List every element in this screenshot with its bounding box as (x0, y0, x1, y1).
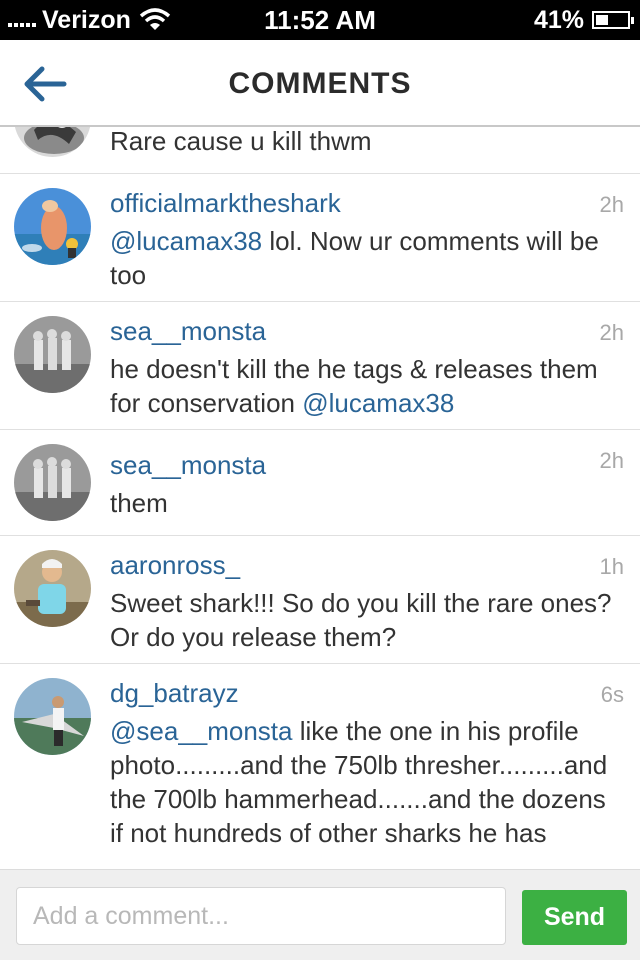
battery-area: 41% (533, 5, 634, 35)
comment-text: Sweet shark!!! So do you kill the rare o… (110, 586, 620, 654)
avatar[interactable] (14, 444, 91, 521)
comment-list[interactable]: Rare cause u kill thwm officialmarkthesh… (0, 127, 640, 869)
avatar[interactable] (14, 188, 91, 265)
comment-username[interactable]: aaronross_ (110, 550, 240, 581)
comment-input-bar: Send (0, 869, 640, 960)
send-button[interactable]: Send (522, 890, 627, 945)
comment-item: aaronross_ 1h Sweet shark!!! So do you k… (0, 536, 640, 664)
avatar[interactable] (14, 316, 91, 393)
comment-time: 6s (600, 682, 624, 707)
battery-icon (592, 11, 634, 29)
comment-username[interactable]: sea__monsta (110, 450, 266, 481)
comment-username[interactable]: officialmarktheshark (110, 188, 341, 219)
comment-input[interactable] (16, 887, 506, 945)
battery-percent: 41% (533, 5, 584, 34)
comment-text: @lucamax38 lol. Now ur comments will be … (110, 224, 620, 292)
comment-text: @sea__monsta like the one in his profile… (110, 714, 620, 850)
comment-item: sea__monsta 2h them (0, 430, 640, 536)
comment-body: them (110, 488, 168, 518)
mention-link[interactable]: @sea__monsta (110, 716, 293, 746)
battery-fill (596, 15, 609, 25)
comment-username[interactable]: sea__monsta (110, 316, 266, 347)
comment-username[interactable]: dg_batrayz (110, 678, 239, 709)
header: COMMENTS (0, 40, 640, 127)
avatar[interactable] (14, 127, 91, 157)
avatar[interactable] (14, 550, 91, 627)
status-bar: Verizon 11:52 AM 41% (0, 0, 640, 40)
comment-body: Rare cause u kill thwm (110, 127, 372, 156)
page-title: COMMENTS (228, 67, 412, 100)
comment-time: 2h (599, 192, 624, 217)
comment-time: 1h (599, 554, 624, 579)
avatar[interactable] (14, 678, 91, 755)
comment-time: 2h (599, 448, 624, 473)
comment-text: them (110, 486, 620, 520)
comment-item: Rare cause u kill thwm (0, 127, 640, 174)
comment-item: dg_batrayz 6s @sea__monsta like the one … (0, 664, 640, 869)
mention-link[interactable]: @lucamax38 (110, 226, 262, 256)
comment-time: 2h (599, 320, 624, 345)
mention-link[interactable]: @lucamax38 (302, 388, 454, 418)
comment-item: officialmarktheshark 2h @lucamax38 lol. … (0, 174, 640, 302)
comment-body: Sweet shark!!! So do you kill the rare o… (110, 588, 612, 652)
comment-text: he doesn't kill the he tags & releases t… (110, 352, 620, 420)
comment-item: sea__monsta 2h he doesn't kill the he ta… (0, 302, 640, 430)
comment-text: Rare cause u kill thwm (110, 127, 620, 158)
